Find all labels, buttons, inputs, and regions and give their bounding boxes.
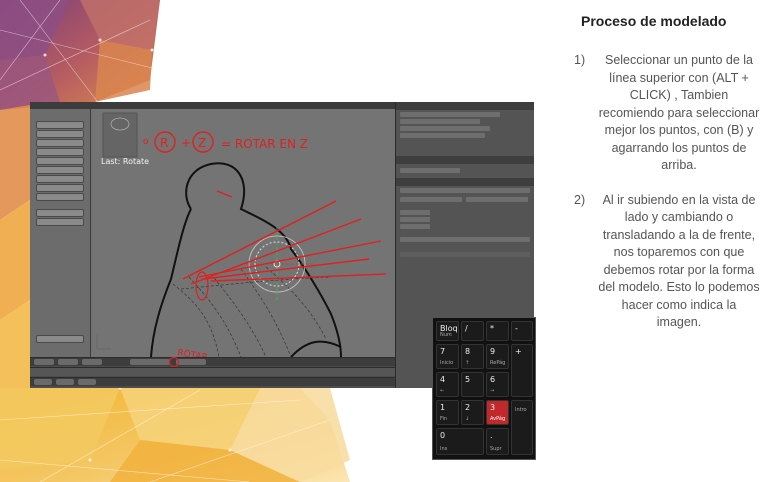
numpad-key-multiply: * (486, 321, 509, 341)
outliner-item[interactable] (400, 133, 485, 138)
step-text: Seleccionar un punto de la línea superio… (598, 53, 760, 172)
menu-view[interactable] (34, 359, 54, 365)
numpad-key-minus: - (511, 321, 533, 341)
modifier-option[interactable] (400, 224, 430, 229)
numpad-key-enter: Intro (511, 400, 533, 455)
properties-tabs[interactable] (396, 156, 534, 164)
annotation-rotate-z: = ROTAR EN Z (221, 137, 308, 151)
modifier-apply-button[interactable] (400, 197, 462, 202)
tool-button[interactable] (36, 139, 84, 147)
mode-selector[interactable] (130, 359, 170, 365)
tool-button[interactable] (36, 184, 84, 192)
tool-button[interactable] (36, 148, 84, 156)
slide-title: Proceso de modelado (581, 13, 727, 29)
numpad-key-numlock: Bloq Num (436, 321, 459, 341)
timeline-menu-frame[interactable] (78, 379, 96, 385)
object-name-field[interactable] (400, 168, 460, 173)
tool-button[interactable] (36, 175, 84, 183)
timeline-ruler[interactable] (30, 367, 395, 376)
modifier-row[interactable] (400, 252, 530, 257)
timeline-controls (30, 377, 395, 386)
tool-button[interactable] (36, 193, 84, 201)
modifier-option[interactable] (400, 210, 430, 215)
outliner-header (396, 102, 534, 110)
modifiers-header (396, 178, 534, 186)
proportional-edit-icon[interactable] (168, 357, 180, 367)
timeline-menu-marker[interactable] (56, 379, 74, 385)
tool-button[interactable] (36, 209, 84, 217)
pivot-selector[interactable] (176, 359, 206, 365)
annotation-z-key: Z (198, 136, 206, 150)
timeline-menu-view[interactable] (34, 379, 52, 385)
step-number: 1) (574, 53, 586, 67)
outliner-item[interactable] (400, 119, 480, 124)
svg-text:o: o (143, 137, 149, 147)
tool-button[interactable] (36, 166, 84, 174)
step-text: Al ir subiendo en la vista de lado y cam… (598, 192, 760, 330)
modifier-row[interactable] (400, 237, 530, 242)
numpad-key-4: 4 ← (436, 372, 459, 397)
numpad-key-7: 7 Inicio (436, 344, 459, 369)
tool-button[interactable] (36, 121, 84, 129)
instruction-step-2: 2) Al ir subiendo en la vista de lado y … (570, 192, 760, 332)
numpad-key-8: 8 ↑ (461, 344, 484, 369)
numpad-key-plus: + (511, 344, 533, 397)
tool-button[interactable] (36, 130, 84, 138)
tool-button[interactable] (36, 157, 84, 165)
viewport-drawing: o R + Z = ROTAR EN Z ROTAR (96, 112, 387, 357)
svg-text:+: + (181, 136, 191, 150)
tool-shelf (30, 109, 91, 357)
annotation-rotar: ROTAR (176, 348, 208, 357)
numpad-key-5: 5 (461, 372, 484, 397)
instruction-list: 1) Seleccionar un punto de la línea supe… (570, 52, 760, 332)
outliner-item[interactable] (400, 112, 500, 117)
numpad-key-1: 1 Fin (436, 400, 459, 425)
timeline-area (30, 357, 395, 388)
annotation-r-key: R (160, 136, 168, 150)
numpad-key-divide: / (461, 321, 484, 341)
modifier-option[interactable] (400, 217, 430, 222)
tool-button[interactable] (36, 335, 84, 343)
numpad-key-3-highlighted: 3 AvPág (486, 400, 509, 425)
numpad-key-9: 9 RePág (486, 344, 509, 369)
modifier-row[interactable] (400, 188, 530, 193)
step-number: 2) (574, 192, 586, 207)
numpad-key-6: 6 → (486, 372, 509, 397)
menu-select[interactable] (58, 359, 78, 365)
tool-button[interactable] (36, 218, 84, 226)
numpad-key-0: 0 Ins (436, 428, 484, 455)
viewport-header-bar (30, 357, 395, 367)
numeric-keypad-image: Bloq Num / * - 7 Inicio 8 ↑ 9 RePág + 4 ← 5 6… (432, 317, 536, 460)
numpad-key-2: 2 ↓ (461, 400, 484, 425)
modifier-copy-button[interactable] (466, 197, 528, 202)
3d-viewport[interactable]: Last: Rotate o R + Z = ROTAR EN Z ROTAR (91, 109, 395, 357)
menu-add[interactable] (82, 359, 102, 365)
outliner-item[interactable] (400, 126, 490, 131)
numpad-key-decimal: . Supr (486, 428, 509, 455)
instruction-step-1: 1) Seleccionar un punto de la línea supe… (570, 52, 760, 175)
